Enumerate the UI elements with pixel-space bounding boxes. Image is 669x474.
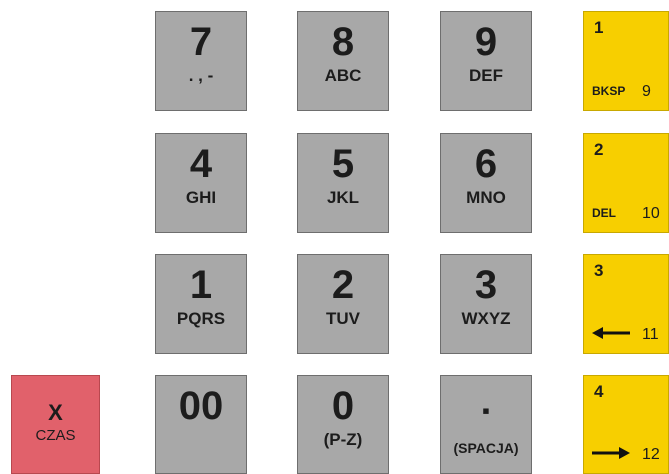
function-key-number: 4 — [594, 382, 604, 401]
key-digit: 1 — [189, 263, 213, 307]
function-key-number: 1 — [594, 18, 604, 37]
key-4[interactable]: 4 GHI — [155, 133, 247, 233]
key-digit: 3 — [474, 263, 498, 307]
function-key-index: 10 — [642, 205, 660, 222]
arrow-left-icon — [592, 327, 630, 339]
key-letters: MNO — [466, 188, 506, 207]
cancel-key-label: X — [48, 400, 63, 425]
cancel-key-sublabel: CZAS — [35, 427, 76, 444]
key-letters: DEF — [469, 66, 503, 85]
key-letters: GHI — [185, 188, 217, 207]
function-key-2-delete[interactable]: 2 DEL 10 — [583, 133, 669, 233]
key-digit: 8 — [331, 20, 355, 64]
key-0[interactable]: 0 (P-Z) — [297, 375, 389, 474]
key-digit: 0 — [331, 384, 355, 428]
key-letters: JKL — [326, 188, 360, 207]
key-digit: 6 — [474, 142, 498, 186]
key-1[interactable]: 1 PQRS — [155, 254, 247, 354]
key-6[interactable]: 6 MNO — [440, 133, 532, 233]
key-00[interactable]: 00 — [155, 375, 247, 474]
key-letters: TUV — [326, 309, 360, 328]
function-key-label: DEL — [592, 206, 616, 220]
key-letters: (SPACJA) — [453, 440, 519, 456]
key-3[interactable]: 3 WXYZ — [440, 254, 532, 354]
function-key-label: BKSP — [592, 84, 626, 98]
function-key-index: 11 — [642, 326, 659, 343]
key-5[interactable]: 5 JKL — [297, 133, 389, 233]
function-key-number: 2 — [594, 140, 604, 159]
key-8[interactable]: 8 ABC — [297, 11, 389, 111]
function-key-index: 9 — [642, 83, 651, 100]
key-letters: ABC — [324, 66, 362, 85]
key-digit: 00 — [178, 384, 224, 428]
key-digit: 2 — [331, 263, 355, 307]
function-key-3-left[interactable]: 3 11 — [583, 254, 669, 354]
key-digit: 7 — [189, 20, 213, 64]
key-7[interactable]: 7 . , - — [155, 11, 247, 111]
key-letters: WXYZ — [461, 309, 511, 328]
key-digit: 5 — [331, 142, 355, 186]
key-digit: 9 — [474, 20, 498, 64]
key-digit: ▪ — [482, 398, 490, 423]
arrow-right-icon — [592, 447, 630, 459]
function-key-number: 3 — [594, 261, 604, 280]
key-9[interactable]: 9 DEF — [440, 11, 532, 111]
key-letters: (P-Z) — [323, 430, 363, 449]
key-2[interactable]: 2 TUV — [297, 254, 389, 354]
function-key-index: 12 — [642, 446, 660, 463]
key-digit: 4 — [189, 142, 213, 186]
function-key-4-right[interactable]: 4 12 — [583, 375, 669, 474]
key-letters: PQRS — [176, 309, 226, 328]
key-letters: . , - — [188, 66, 214, 85]
function-key-1-backspace[interactable]: 1 BKSP 9 — [583, 11, 669, 111]
cancel-time-key[interactable]: X CZAS — [11, 375, 100, 474]
key-dot-space[interactable]: ▪ (SPACJA) — [440, 375, 532, 474]
